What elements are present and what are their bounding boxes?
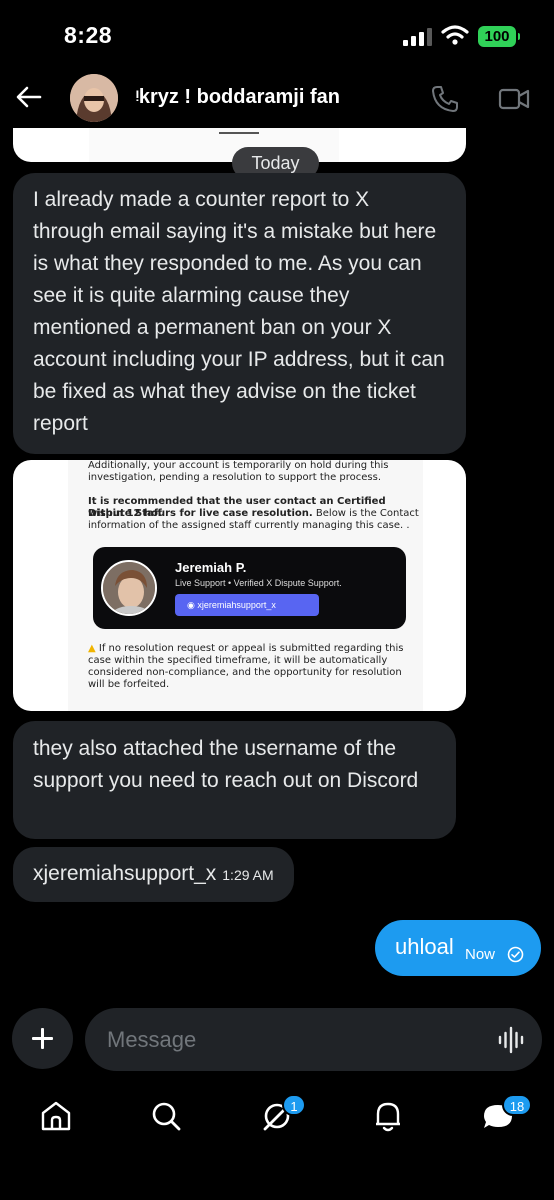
discord-icon: ◉	[187, 600, 198, 610]
staff-name: Jeremiah P.	[175, 560, 247, 575]
sent-check-icon	[507, 946, 524, 963]
attachment-text: information of the assigned staff curren…	[88, 520, 410, 531]
attachment-text: Below is the Contact	[312, 508, 419, 519]
home-icon[interactable]	[38, 1098, 74, 1134]
clock: 8:28	[64, 22, 113, 48]
attachment-text: investigation, pending a resolution to s…	[88, 472, 382, 483]
discord-profile-card: Jeremiah P. Live Support • Verified X Di…	[93, 547, 406, 629]
search-icon[interactable]	[148, 1098, 184, 1134]
contact-avatar[interactable]	[70, 74, 118, 122]
notifications-bell-icon[interactable]	[370, 1098, 406, 1134]
phone-call-icon[interactable]	[430, 84, 460, 114]
screenshot-document: Additionally, your account is temporaril…	[68, 460, 423, 711]
discord-handle-badge: ◉ xjeremiahsupport_x	[175, 594, 319, 616]
conversation-header: ᵎkryz ! boddaramji fan	[0, 70, 554, 128]
message-input[interactable]	[85, 1008, 542, 1071]
staff-subtitle: Live Support • Verified X Dispute Suppor…	[175, 578, 342, 588]
message-timestamp: Now	[465, 946, 496, 963]
voice-message-icon[interactable]	[497, 1026, 525, 1054]
message-timestamp: 1:29 AM	[222, 867, 274, 883]
sent-message[interactable]: uhloal Now	[375, 920, 541, 976]
message-text: xjeremiahsupport_x	[33, 862, 217, 885]
attachment-text: If no resolution request or appeal is su…	[98, 643, 404, 654]
attachment-text: will be forfeited.	[88, 679, 170, 690]
discord-handle: xjeremiahsupport_x	[197, 600, 276, 610]
message-composer	[0, 1006, 554, 1072]
received-message[interactable]: they also attached the username of the s…	[13, 721, 456, 839]
attachment-text: case within the specified timeframe, it …	[88, 655, 388, 666]
image-attachment[interactable]: Additionally, your account is temporaril…	[13, 460, 466, 711]
status-bar: 8:28 100	[0, 0, 554, 70]
grok-badge: 1	[282, 1094, 306, 1116]
add-attachment-button[interactable]	[12, 1008, 73, 1069]
video-call-icon[interactable]	[498, 84, 530, 114]
bottom-navigation: 1 18	[0, 1090, 554, 1150]
battery-indicator: 100	[478, 26, 520, 47]
wifi-icon	[441, 25, 469, 45]
attachment-text: Additionally, your account is temporaril…	[88, 460, 389, 471]
cellular-signal-icon	[403, 28, 433, 46]
messages-badge: 18	[502, 1094, 532, 1116]
back-arrow-icon[interactable]	[14, 82, 44, 112]
received-message[interactable]: I already made a counter report to X thr…	[13, 173, 466, 454]
received-message[interactable]: xjeremiahsupport_x 1:29 AM	[13, 847, 294, 902]
attachment-text: within 12 hours for live case resolution…	[88, 508, 313, 519]
attachment-text: considered non-compliance, and the oppor…	[88, 667, 402, 678]
contact-name[interactable]: ᵎkryz ! boddaramji fan	[136, 86, 340, 109]
staff-avatar	[101, 560, 157, 616]
warning-icon: ▲	[88, 643, 99, 654]
message-list[interactable]: Today I already made a counter report to…	[0, 128, 554, 998]
message-text: uhloal	[395, 934, 454, 959]
